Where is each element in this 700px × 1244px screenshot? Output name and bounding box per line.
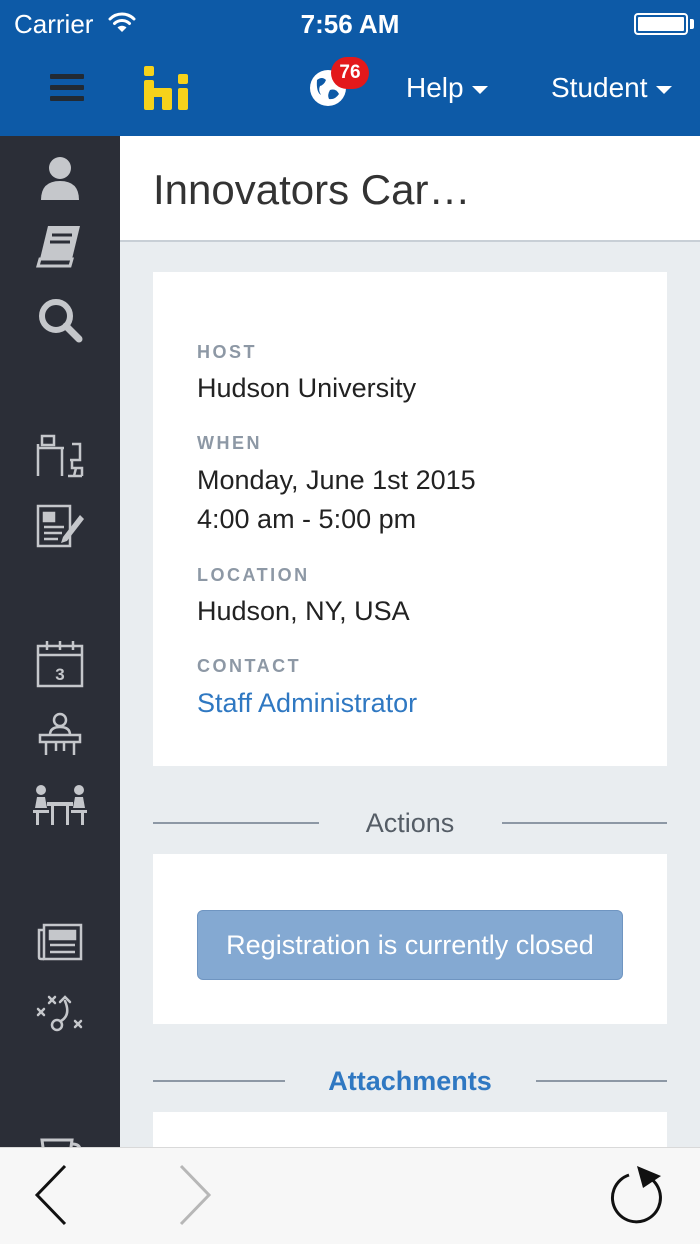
chevron-down-icon	[471, 85, 488, 94]
search-icon[interactable]	[30, 292, 90, 348]
browser-toolbar	[0, 1147, 700, 1244]
strategy-icon[interactable]	[30, 984, 90, 1040]
page-title-bar: Innovators Car…	[120, 136, 700, 242]
meeting-icon[interactable]	[30, 776, 90, 832]
document-edit-icon[interactable]	[30, 498, 90, 554]
actions-title: Actions	[365, 808, 455, 838]
actions-heading: Actions	[153, 808, 667, 838]
book-icon[interactable]	[30, 218, 90, 274]
host-value: Hudson University	[197, 373, 417, 403]
handshake-logo[interactable]	[143, 64, 191, 117]
attachments-title[interactable]: Attachments	[153, 1066, 667, 1097]
clock: 7:56 AM	[300, 9, 400, 39]
location-value: Hudson, NY, USA	[197, 596, 410, 626]
event-time: 4:00 am - 5:00 pm	[197, 504, 417, 534]
user-role-label: Student	[551, 72, 648, 103]
attachments-heading: Attachments	[153, 1066, 667, 1096]
calendar-icon[interactable]: 3	[30, 636, 90, 692]
main-content: Innovators Car… HOST Hudson University W…	[120, 136, 700, 1147]
news-icon[interactable]	[30, 914, 90, 970]
help-menu-label: Help	[406, 72, 464, 103]
battery-icon	[634, 13, 688, 35]
when-label: WHEN	[197, 433, 262, 453]
help-menu[interactable]: Help	[406, 72, 488, 104]
chevron-down-icon	[655, 85, 672, 94]
app-header: 76 Help Student	[0, 46, 700, 136]
profile-icon[interactable]	[30, 150, 90, 206]
event-details-card: HOST Hudson University WHEN Monday, June…	[153, 272, 667, 766]
location-label: LOCATION	[197, 565, 310, 585]
calendar-day: 3	[55, 665, 64, 684]
contact-link[interactable]: Staff Administrator	[197, 683, 417, 723]
host-label: HOST	[197, 342, 258, 362]
notification-count-badge[interactable]: 76	[331, 57, 369, 89]
reload-icon[interactable]	[602, 1160, 672, 1230]
sidebar-nav: 3	[0, 136, 120, 1147]
presenter-icon[interactable]	[30, 706, 90, 762]
user-role-menu[interactable]: Student	[551, 72, 672, 104]
back-arrow-icon[interactable]	[16, 1160, 86, 1230]
battery-tip	[690, 19, 694, 29]
cup-icon[interactable]	[30, 1118, 90, 1147]
actions-card: Registration is currently closed	[153, 854, 667, 1024]
contact-label: CONTACT	[197, 656, 302, 676]
event-date: Monday, June 1st 2015	[197, 465, 476, 495]
hamburger-menu-icon[interactable]	[50, 74, 84, 104]
desk-icon[interactable]	[30, 428, 90, 484]
registration-closed-button[interactable]: Registration is currently closed	[197, 910, 623, 980]
forward-arrow-icon[interactable]	[160, 1160, 230, 1230]
page-title: Innovators Car…	[153, 166, 471, 213]
attachments-card	[153, 1112, 667, 1147]
status-bar: Carrier 7:56 AM	[0, 0, 700, 46]
